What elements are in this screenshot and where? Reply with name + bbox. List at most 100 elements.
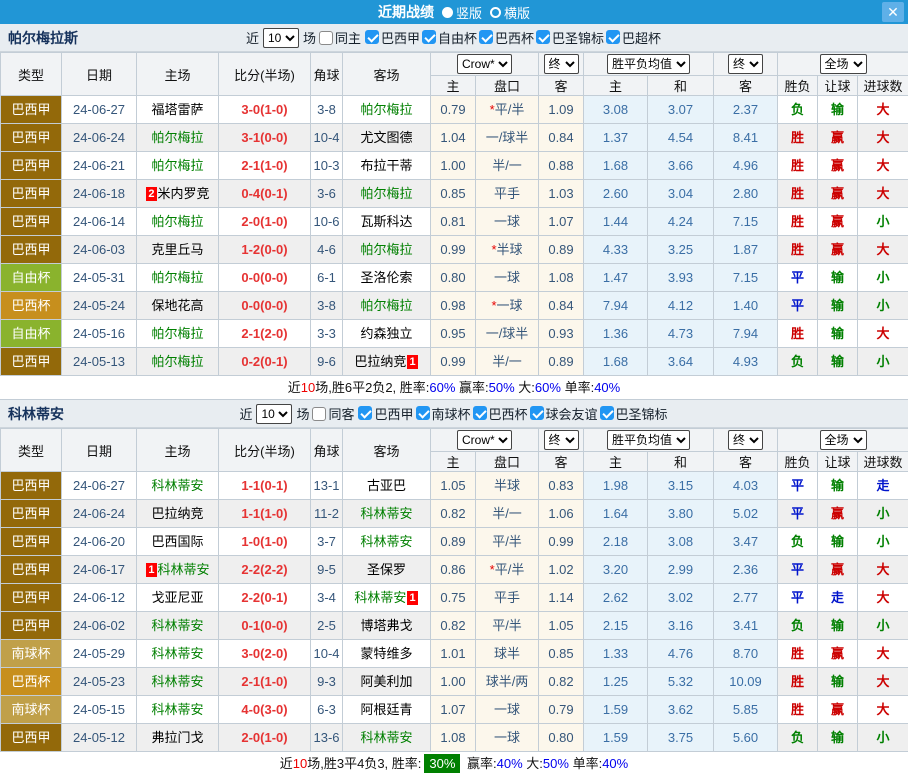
- checkbox-checked-icon[interactable]: [416, 406, 430, 420]
- type-cell: 巴西甲: [1, 180, 62, 208]
- corner-cell: 3-8: [311, 96, 343, 124]
- team-name-text: 古亚巴: [367, 478, 406, 493]
- score-cell: 3-0(2-0): [219, 640, 311, 668]
- away-team-cell: 古亚巴: [343, 472, 431, 500]
- league-label: 南球杯: [432, 404, 471, 423]
- league-filter-group: 巴西甲自由杯巴西杯巴圣锦标巴超杯: [364, 28, 662, 48]
- final-header-2: 终: [714, 429, 778, 452]
- final-odds-select[interactable]: 终: [544, 430, 579, 450]
- corner-cell: 9-6: [311, 348, 343, 376]
- radio-vertical[interactable]: 竖版: [442, 3, 482, 22]
- odds-source-select[interactable]: Crow*: [457, 430, 512, 450]
- goals-cell: 小: [858, 348, 908, 376]
- date-cell: 24-05-31: [62, 264, 137, 292]
- score-cell: 2-0(1-0): [219, 724, 311, 752]
- final-odds-select-2[interactable]: 终: [728, 430, 763, 450]
- checkbox-checked-icon[interactable]: [358, 406, 372, 420]
- euro-home-cell: 2.15: [584, 612, 648, 640]
- checkbox-icon[interactable]: [312, 407, 326, 421]
- league-checkbox[interactable]: 巴超杯: [606, 28, 661, 47]
- type-cell: 巴西甲: [1, 528, 62, 556]
- away-team-cell: 科林蒂安: [343, 500, 431, 528]
- result-cell: 胜: [778, 152, 818, 180]
- euro-away-cell: 4.03: [714, 472, 778, 500]
- field-label: 场: [296, 404, 309, 423]
- handicap-cell: *半球: [476, 236, 539, 264]
- match-scope-select[interactable]: 全场: [820, 430, 867, 450]
- match-count-select[interactable]: 10: [256, 404, 292, 424]
- same-venue-checkbox[interactable]: 同客: [312, 404, 354, 423]
- home-team-cell: 巴拉纳竞: [137, 500, 219, 528]
- league-checkbox[interactable]: 自由杯: [422, 28, 477, 47]
- team-name-text: 帕尔梅拉: [151, 326, 203, 341]
- result-cell: 胜: [778, 320, 818, 348]
- team-name-text: 科林蒂安: [158, 562, 210, 577]
- euro-home-cell: 1.68: [584, 152, 648, 180]
- team-name-text: 科林蒂安: [151, 618, 203, 633]
- red-badge: 1: [407, 591, 417, 605]
- corner-cell: 6-3: [311, 696, 343, 724]
- odds-source-select[interactable]: Crow*: [457, 54, 512, 74]
- league-checkbox[interactable]: 巴西甲: [358, 404, 413, 423]
- home-team-cell: 科林蒂安: [137, 472, 219, 500]
- radio-horizontal[interactable]: 横版: [490, 3, 530, 22]
- final-odds-select[interactable]: 终: [544, 54, 579, 74]
- match-scope-select[interactable]: 全场: [820, 54, 867, 74]
- col-corner: 角球: [311, 53, 343, 96]
- radio-unselected-icon[interactable]: [490, 7, 501, 18]
- checkbox-checked-icon[interactable]: [473, 406, 487, 420]
- match-count-select[interactable]: 10: [263, 28, 299, 48]
- checkbox-checked-icon[interactable]: [600, 406, 614, 420]
- result-cell: 负: [778, 96, 818, 124]
- checkbox-checked-icon[interactable]: [536, 30, 550, 44]
- home-odds-cell: 0.82: [431, 500, 476, 528]
- team-name-text: 帕尔梅拉: [151, 270, 203, 285]
- league-checkbox[interactable]: 巴西杯: [479, 28, 534, 47]
- league-checkbox[interactable]: 球会友谊: [530, 404, 598, 423]
- type-cell: 自由杯: [1, 264, 62, 292]
- score-cell: 0-0(0-0): [219, 264, 311, 292]
- checkbox-checked-icon[interactable]: [422, 30, 436, 44]
- league-checkbox[interactable]: 巴西杯: [473, 404, 528, 423]
- checkbox-checked-icon[interactable]: [530, 406, 544, 420]
- summary-segment: 近: [280, 756, 293, 771]
- table-row: 巴西甲 24-05-13 帕尔梅拉 0-2(0-1) 9-6 巴拉纳竞1 0.9…: [1, 348, 908, 376]
- sub-result: 胜负: [778, 452, 818, 472]
- team-name-text: 克里丘马: [151, 242, 203, 257]
- league-checkbox[interactable]: 巴圣锦标: [600, 404, 668, 423]
- league-checkbox[interactable]: 巴西甲: [365, 28, 420, 47]
- europe-odds-select[interactable]: 胜平负均值: [607, 54, 690, 74]
- checkbox-checked-icon[interactable]: [365, 30, 379, 44]
- league-checkbox[interactable]: 巴圣锦标: [536, 28, 604, 47]
- team-name-text: 戈亚尼亚: [151, 590, 203, 605]
- checkbox-checked-icon[interactable]: [606, 30, 620, 44]
- type-cell: 巴西甲: [1, 584, 62, 612]
- final-odds-select-2[interactable]: 终: [728, 54, 763, 74]
- checkbox-icon[interactable]: [319, 31, 333, 45]
- type-cell: 巴西杯: [1, 668, 62, 696]
- league-checkbox[interactable]: 南球杯: [416, 404, 471, 423]
- team-name-text: 圣保罗: [367, 562, 406, 577]
- handicap-cell: 平/半: [476, 528, 539, 556]
- corner-cell: 3-3: [311, 320, 343, 348]
- europe-odds-select[interactable]: 胜平负均值: [607, 430, 690, 450]
- result-cell: 平: [778, 292, 818, 320]
- corner-cell: 10-4: [311, 124, 343, 152]
- euro-draw-cell: 3.02: [648, 584, 714, 612]
- league-label: 巴圣锦标: [552, 28, 604, 47]
- euro-away-cell: 4.96: [714, 152, 778, 180]
- corner-cell: 11-2: [311, 500, 343, 528]
- radio-selected-icon[interactable]: [442, 7, 453, 18]
- col-home: 主场: [137, 429, 219, 472]
- table-row: 巴西甲 24-06-21 帕尔梅拉 2-1(1-0) 10-3 布拉干蒂 1.0…: [1, 152, 908, 180]
- corner-cell: 6-1: [311, 264, 343, 292]
- checkbox-checked-icon[interactable]: [479, 30, 493, 44]
- score-cell: 2-0(1-0): [219, 208, 311, 236]
- summary-segment: 场,胜3平4负3, 胜率:: [307, 756, 421, 771]
- score-cell: 3-1(0-0): [219, 124, 311, 152]
- corner-cell: 4-6: [311, 236, 343, 264]
- team-name-text: 圣洛伦索: [360, 270, 412, 285]
- table-row: 自由杯 24-05-31 帕尔梅拉 0-0(0-0) 6-1 圣洛伦索 0.80…: [1, 264, 908, 292]
- close-button[interactable]: ✕: [882, 2, 904, 22]
- same-venue-checkbox[interactable]: 同主: [319, 28, 361, 47]
